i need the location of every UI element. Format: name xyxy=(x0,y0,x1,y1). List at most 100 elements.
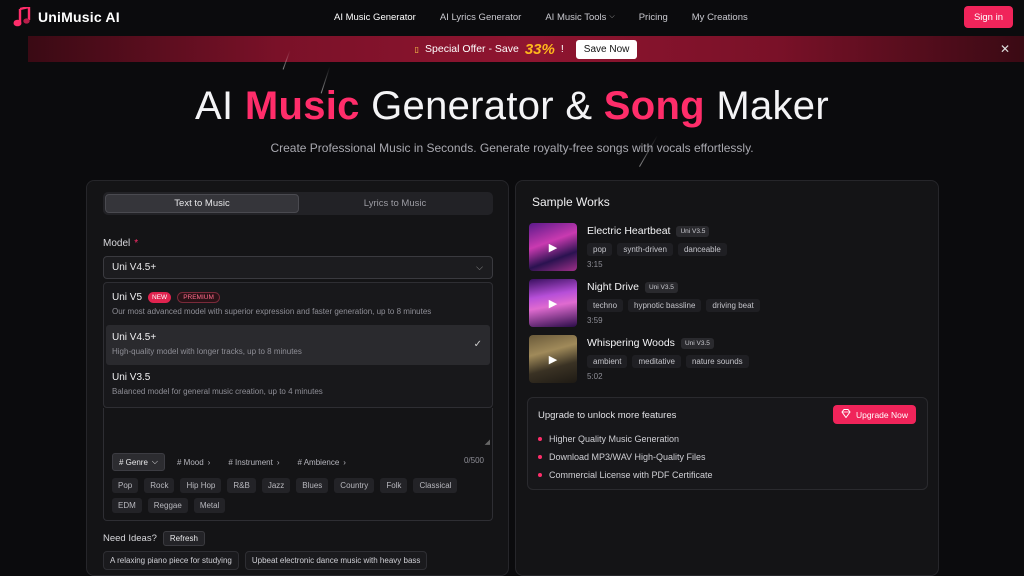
hero-title-part: Generator & xyxy=(359,84,604,128)
model-select[interactable]: Uni V4.5+ ⌵ xyxy=(103,256,493,279)
track-title: Whispering Woods Uni V3.5 xyxy=(587,337,714,349)
nav-pricing[interactable]: Pricing xyxy=(639,12,668,23)
resize-handle-icon[interactable]: ◢ xyxy=(485,438,490,446)
hero-title-part: Maker xyxy=(704,84,829,128)
version-badge: Uni V3.5 xyxy=(644,281,678,293)
genre-chip-edm[interactable]: EDM xyxy=(112,498,142,513)
track-item: ▶ Electric Heartbeat Uni V3.5 pop synth-d… xyxy=(529,223,929,273)
diamond-icon xyxy=(841,409,851,420)
track-title-text: Night Drive xyxy=(587,281,639,293)
ideas-section: Need Ideas? Refresh xyxy=(103,531,205,546)
model-option-desc: Balanced model for general music creatio… xyxy=(112,387,323,396)
chevron-right-icon: › xyxy=(276,457,280,467)
premium-badge: PREMIUM xyxy=(177,292,220,303)
idea-chip[interactable]: A relaxing piano piece for studying xyxy=(103,551,239,570)
nav-label: AI Music Tools xyxy=(545,11,607,23)
model-name: Uni V3.5 xyxy=(112,372,151,383)
filter-instrument[interactable]: # Instrument › xyxy=(222,453,285,471)
model-option-name: Uni V4.5+ xyxy=(112,332,484,343)
genre-chip-metal[interactable]: Metal xyxy=(193,498,226,513)
genre-row: EDM Reggae Metal xyxy=(112,498,226,513)
model-option-name: Uni V3.5 xyxy=(112,372,484,383)
save-now-button[interactable]: Save Now xyxy=(575,39,638,59)
genre-chip-pop[interactable]: Pop xyxy=(112,478,139,493)
brand-logo[interactable]: UniMusic AI xyxy=(12,6,120,28)
check-icon: ✓ xyxy=(473,339,482,350)
nav-ai-music-tools[interactable]: AI Music Tools ⌵ xyxy=(545,12,614,23)
model-option-desc: High-quality model with longer tracks, u… xyxy=(112,347,302,356)
track-thumbnail[interactable]: ▶ xyxy=(529,223,577,271)
refresh-button[interactable]: Refresh xyxy=(162,531,205,546)
top-header: UniMusic AI AI Music Generator AI Lyrics… xyxy=(0,0,1024,34)
tab-text-to-music[interactable]: Text to Music xyxy=(105,194,299,213)
bullet-dot xyxy=(538,473,542,477)
tab-lyrics-to-music[interactable]: Lyrics to Music xyxy=(299,194,491,213)
upgrade-button-label: Upgrade Now xyxy=(856,409,908,420)
model-option-uni-v5[interactable]: Uni V5 NEW PREMIUM Our most advanced model… xyxy=(106,285,490,325)
nav-label: AI Music Generator xyxy=(334,11,416,23)
track-duration: 3:59 xyxy=(587,316,603,325)
model-name: Uni V4.5+ xyxy=(112,332,157,343)
nav-ai-lyrics-generator[interactable]: AI Lyrics Generator xyxy=(440,12,521,23)
generator-panel: Text to Music Lyrics to Music Model * Uni… xyxy=(86,180,509,576)
nav-my-creations[interactable]: My Creations xyxy=(692,12,748,23)
track-tag: techno xyxy=(587,299,624,312)
track-tags: ambient meditative nature sounds xyxy=(587,355,749,368)
brand-name: UniMusic AI xyxy=(38,9,120,25)
tag-selector: # Genre ⌵ # Mood › # Instrument › # Ambienc… xyxy=(103,447,493,521)
track-title: Electric Heartbeat Uni V3.5 xyxy=(587,225,710,237)
filter-label: # Genre xyxy=(119,457,148,467)
hero-subtitle: Create Professional Music in Seconds. Ge… xyxy=(270,141,754,155)
genre-chip-classical[interactable]: Classical xyxy=(413,478,458,493)
track-tag: danceable xyxy=(677,243,727,256)
idea-chip[interactable]: Upbeat electronic dance music with heavy… xyxy=(244,551,428,570)
sign-in-button[interactable]: Sign in xyxy=(963,6,1013,28)
model-option-uni-v35[interactable]: Uni V3.5 Balanced model for general musi… xyxy=(106,365,490,405)
genre-chip-hip-hop[interactable]: Hip Hop xyxy=(180,478,222,493)
chevron-right-icon: › xyxy=(207,457,211,467)
play-icon: ▶ xyxy=(548,241,558,254)
chevron-down-icon: ⌵ xyxy=(609,13,615,20)
track-tag: pop xyxy=(587,243,613,256)
feature-text: Higher Quality Music Generation xyxy=(549,434,680,444)
nav-ai-music-generator[interactable]: AI Music Generator xyxy=(334,12,416,23)
new-badge: NEW xyxy=(148,292,172,303)
filter-mood[interactable]: # Mood › xyxy=(171,453,216,471)
hero-title-part: AI xyxy=(195,84,245,128)
idea-chips: A relaxing piano piece for studying Upbe… xyxy=(103,551,428,570)
promo-percent: 33% xyxy=(524,40,555,58)
track-thumbnail[interactable]: ▶ xyxy=(529,335,577,383)
track-tag: driving beat xyxy=(706,299,760,312)
model-option-uni-v45plus[interactable]: Uni V4.5+ High-quality model with longer… xyxy=(106,325,490,365)
model-select-value: Uni V4.5+ xyxy=(112,262,157,273)
genre-chip-blues[interactable]: Blues xyxy=(296,478,329,493)
play-icon: ▶ xyxy=(548,353,558,366)
genre-chip-reggae[interactable]: Reggae xyxy=(147,498,188,513)
nav-label: AI Lyrics Generator xyxy=(439,11,522,23)
model-label-text: Model xyxy=(103,238,131,249)
prompt-textarea[interactable]: ◢ xyxy=(103,408,493,447)
genre-chip-country[interactable]: Country xyxy=(334,478,375,493)
close-icon[interactable]: ✕ xyxy=(1000,42,1010,56)
version-badge: Uni V3.5 xyxy=(676,225,710,237)
sample-works-title: Sample Works xyxy=(532,195,610,209)
genre-chip-folk[interactable]: Folk xyxy=(380,478,408,493)
chevron-down-icon: ⌵ xyxy=(476,262,483,272)
music-note-icon xyxy=(12,6,32,28)
genre-chip-rock[interactable]: Rock xyxy=(144,478,175,493)
model-option-desc: Our most advanced model with superior ex… xyxy=(112,307,432,316)
nav-label: My Creations xyxy=(691,11,748,23)
track-tag: synth-driven xyxy=(617,243,673,256)
model-label: Model * xyxy=(103,238,138,249)
genre-chip-rnb[interactable]: R&B xyxy=(227,478,256,493)
genre-chip-jazz[interactable]: Jazz xyxy=(261,478,291,493)
filter-genre[interactable]: # Genre ⌵ xyxy=(112,453,165,471)
track-thumbnail[interactable]: ▶ xyxy=(529,279,577,327)
feature-text: Download MP3/WAV High-Quality Files xyxy=(549,452,706,462)
filter-ambience[interactable]: # Ambience › xyxy=(291,453,351,471)
filter-label: # Ambience xyxy=(297,457,340,467)
upgrade-now-button[interactable]: Upgrade Now xyxy=(833,405,916,424)
feature-item: Higher Quality Music Generation xyxy=(538,434,679,444)
mode-tabs: Text to Music Lyrics to Music xyxy=(103,192,493,215)
promo-banner: ▯ Special Offer - Save 33% ! Save Now ✕ xyxy=(28,36,1024,62)
